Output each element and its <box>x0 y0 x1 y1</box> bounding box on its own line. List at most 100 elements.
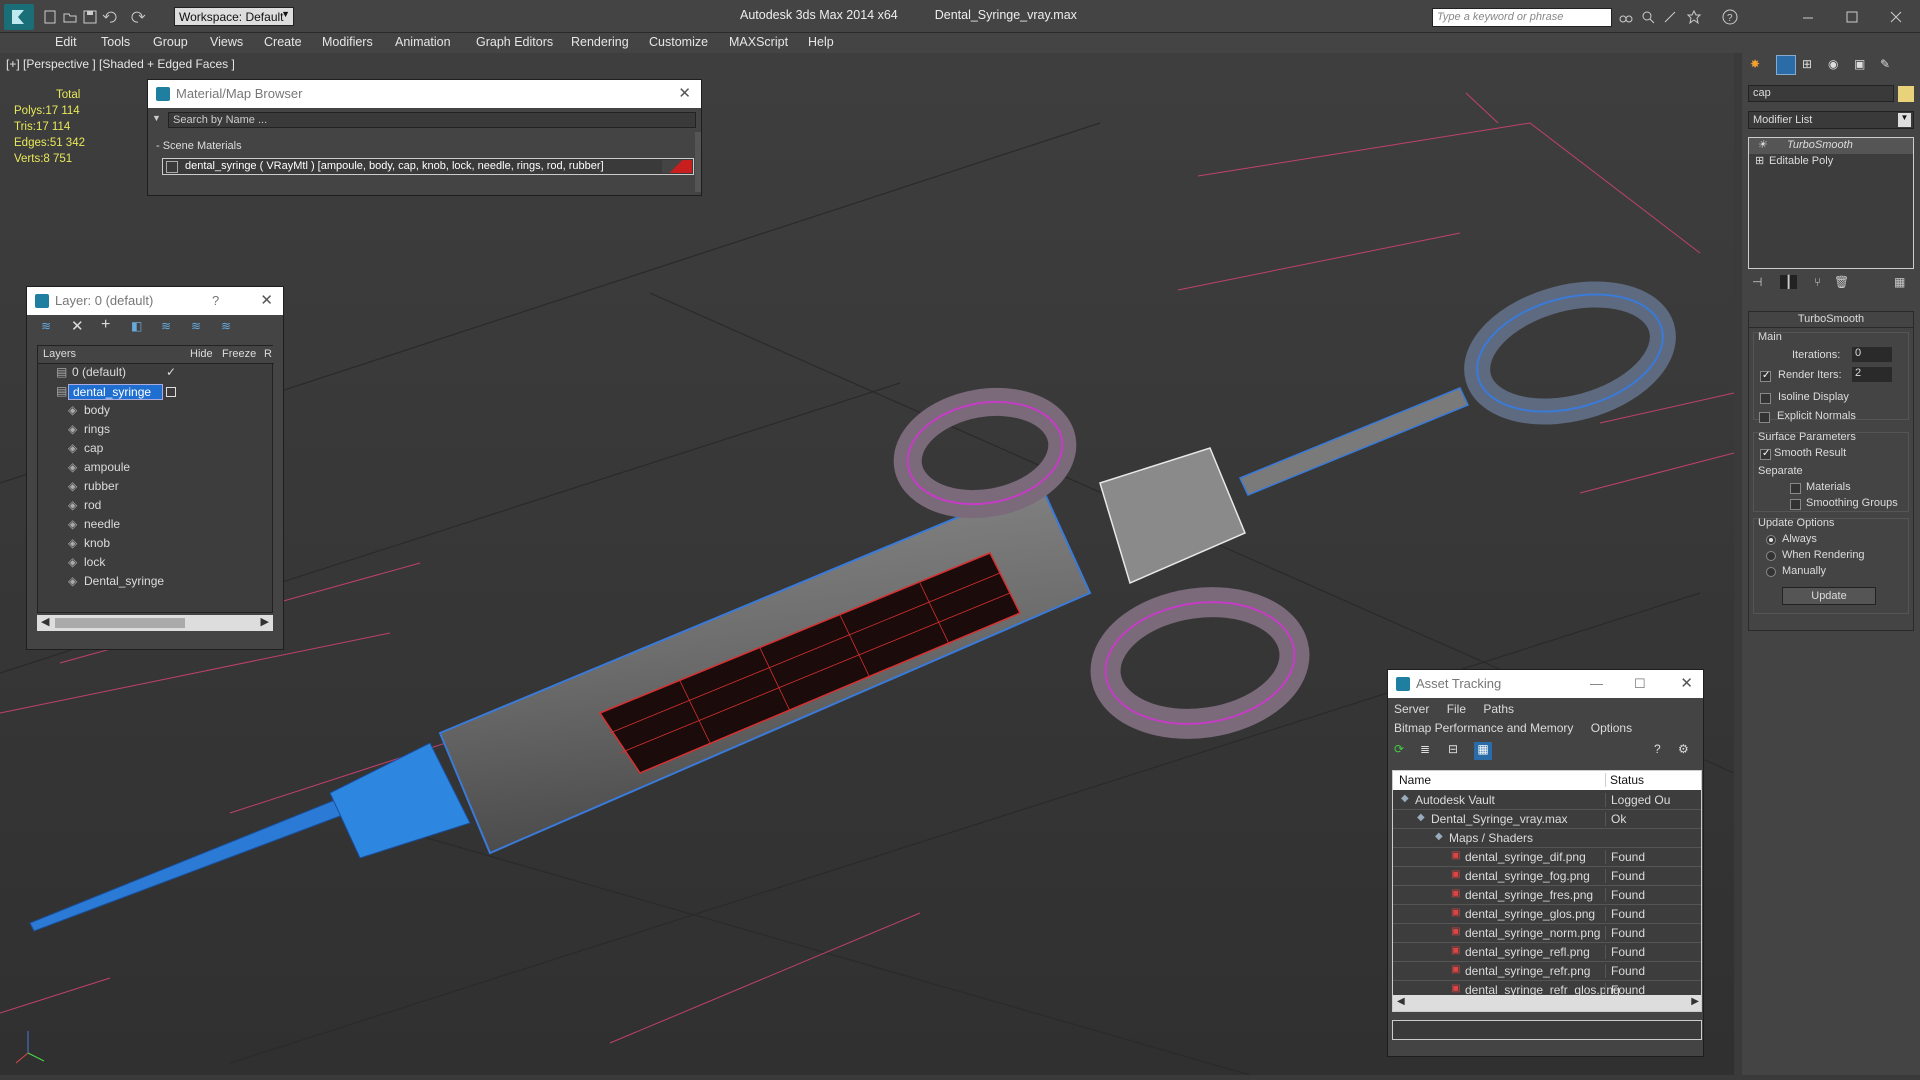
layer-object-row[interactable]: ◈ cap <box>38 441 274 460</box>
menu-maxscript[interactable]: MAXScript <box>729 35 788 49</box>
smoothing-groups-checkbox[interactable] <box>1790 499 1801 510</box>
new-file-icon[interactable] <box>42 9 58 25</box>
menu-rendering[interactable]: Rendering <box>571 35 629 49</box>
highlight-layer-icon[interactable]: ≋ <box>161 319 171 333</box>
menu-views[interactable]: Views <box>210 35 243 49</box>
layer-object-row[interactable]: ◈ Dental_syringe <box>38 574 274 593</box>
layer-hscrollbar[interactable]: ◀ ▶ <box>37 615 273 631</box>
menu-file[interactable]: File <box>1447 702 1466 716</box>
layer-object-row[interactable]: ◈ rod <box>38 498 274 517</box>
asset-hscrollbar[interactable]: ◀ ▶ <box>1393 995 1701 1011</box>
star-icon[interactable] <box>1686 9 1702 25</box>
close-icon[interactable] <box>1888 9 1904 25</box>
configure-sets-icon[interactable]: ▦ <box>1894 275 1905 289</box>
asset-row[interactable]: ▣ dental_syringe_refr.png Found <box>1393 962 1701 981</box>
lightbulb-icon[interactable]: ☀ <box>1757 138 1767 151</box>
redo-icon[interactable] <box>130 9 146 25</box>
viewport-label[interactable]: [+] [Perspective ] [Shaded + Edged Faces… <box>6 57 235 71</box>
menu-server[interactable]: Server <box>1394 702 1429 716</box>
scroll-right-icon[interactable]: ▶ <box>1691 996 1699 1007</box>
layer-object-row[interactable]: ◈ knob <box>38 536 274 555</box>
menu-modifiers[interactable]: Modifiers <box>322 35 373 49</box>
menu-create[interactable]: Create <box>264 35 302 49</box>
manually-radio[interactable] <box>1766 567 1776 577</box>
close-icon[interactable]: ✕ <box>1680 670 1693 698</box>
scroll-thumb[interactable] <box>55 618 185 628</box>
layer-object-row[interactable]: ◈ rings <box>38 422 274 441</box>
binoculars-icon[interactable] <box>1618 9 1634 25</box>
display-tab-icon[interactable]: ▣ <box>1854 57 1865 71</box>
show-end-result-icon[interactable]: ┃ <box>1780 275 1798 289</box>
explicit-normals-checkbox[interactable] <box>1759 412 1770 423</box>
scene-materials-group[interactable]: - Scene Materials <box>156 140 242 152</box>
menu-animation[interactable]: Animation <box>395 35 451 49</box>
asset-path-field[interactable] <box>1392 1020 1702 1040</box>
menu-customize[interactable]: Customize <box>649 35 708 49</box>
isoline-checkbox[interactable] <box>1760 393 1771 404</box>
render-iters-spinner[interactable]: 2 <box>1852 367 1892 382</box>
hide-all-icon[interactable]: ≋ <box>191 319 201 333</box>
col-hide[interactable]: Hide <box>190 348 213 360</box>
material-search-input[interactable]: Search by Name ... <box>168 112 696 128</box>
list-view-icon[interactable]: ≣ <box>1420 742 1430 756</box>
update-button[interactable]: Update <box>1782 587 1876 605</box>
asset-row[interactable]: ▣ dental_syringe_norm.png Found <box>1393 924 1701 943</box>
layer-object-row[interactable]: ◈ lock <box>38 555 274 574</box>
maximize-icon[interactable] <box>1844 9 1860 25</box>
layer-titlebar[interactable]: Layer: 0 (default) ? ✕ <box>27 287 283 315</box>
freeze-all-icon[interactable]: ≋ <box>221 319 231 333</box>
search-icon[interactable] <box>1640 9 1656 25</box>
minimize-icon[interactable] <box>1800 9 1816 25</box>
asset-row[interactable]: ▣ dental_syringe_refl.png Found <box>1393 943 1701 962</box>
layer-checkbox[interactable] <box>166 387 176 397</box>
material-browser-scrollbar[interactable] <box>695 132 701 192</box>
workspace-dropdown[interactable]: Workspace: Default ▼ <box>174 7 294 26</box>
asset-row[interactable]: ◆ Dental_Syringe_vray.max Ok <box>1393 810 1701 829</box>
menu-graph-editors[interactable]: Graph Editors <box>476 35 553 49</box>
col-name[interactable]: Name <box>1399 773 1431 787</box>
open-file-icon[interactable] <box>62 9 78 25</box>
modify-tab-icon[interactable] <box>1776 55 1796 75</box>
layer-object-row[interactable]: ◈ needle <box>38 517 274 536</box>
materials-checkbox[interactable] <box>1790 483 1801 494</box>
remove-modifier-icon[interactable]: 🗑 <box>1834 275 1849 289</box>
close-icon[interactable]: ✕ <box>678 80 691 108</box>
menu-help[interactable]: Help <box>808 35 834 49</box>
menu-options[interactable]: Options <box>1591 721 1632 735</box>
when-rendering-radio[interactable] <box>1766 551 1776 561</box>
layer-visible-icon[interactable]: ▤ <box>56 365 67 379</box>
add-to-layer-icon[interactable]: + <box>101 316 110 334</box>
help-icon[interactable]: ? <box>1722 9 1738 25</box>
select-layer-icon[interactable]: ◧ <box>131 319 142 333</box>
menu-paths[interactable]: Paths <box>1483 702 1514 716</box>
utilities-tab-icon[interactable]: ✎ <box>1880 57 1890 71</box>
smooth-result-checkbox[interactable] <box>1760 449 1771 460</box>
menu-tools[interactable]: Tools <box>101 35 130 49</box>
maximize-icon[interactable]: ☐ <box>1634 670 1646 698</box>
scroll-left-icon[interactable]: ◀ <box>41 615 49 628</box>
iterations-spinner[interactable]: 0 <box>1852 347 1892 362</box>
rollout-header[interactable]: TurboSmooth <box>1749 312 1913 328</box>
layer-object-row[interactable]: ◈ ampoule <box>38 460 274 479</box>
layer-row-default[interactable]: ▤ 0 (default) ✓ <box>38 365 274 384</box>
minimize-icon[interactable]: — <box>1590 670 1603 698</box>
help-icon[interactable]: ? <box>212 287 219 315</box>
undo-icon[interactable] <box>102 9 118 25</box>
delete-layer-icon[interactable]: ✕ <box>71 317 84 335</box>
create-tab-icon[interactable]: ✸ <box>1750 57 1760 71</box>
col-freeze[interactable]: Freeze <box>222 348 256 360</box>
table-view-icon[interactable]: ▦ <box>1474 742 1492 760</box>
asset-row[interactable]: ◆ Autodesk Vault Logged Ou <box>1393 791 1701 810</box>
menu-edit[interactable]: Edit <box>55 35 77 49</box>
motion-tab-icon[interactable]: ◉ <box>1828 57 1838 71</box>
asset-row[interactable]: ▣ dental_syringe_glos.png Found <box>1393 905 1701 924</box>
communication-icon[interactable] <box>1662 9 1678 25</box>
stack-item-editable-poly[interactable]: ⊞ Editable Poly <box>1749 154 1913 170</box>
asset-row[interactable]: ▣ dental_syringe_fres.png Found <box>1393 886 1701 905</box>
col-status[interactable]: Status <box>1605 773 1644 787</box>
close-icon[interactable]: ✕ <box>260 287 273 315</box>
modifier-list-dropdown[interactable]: Modifier List ▼ <box>1748 111 1914 129</box>
asset-row[interactable]: ▣ dental_syringe_fog.png Found <box>1393 867 1701 886</box>
search-input[interactable]: Type a keyword or phrase <box>1432 8 1612 27</box>
expand-icon[interactable]: ⊞ <box>1755 154 1764 167</box>
